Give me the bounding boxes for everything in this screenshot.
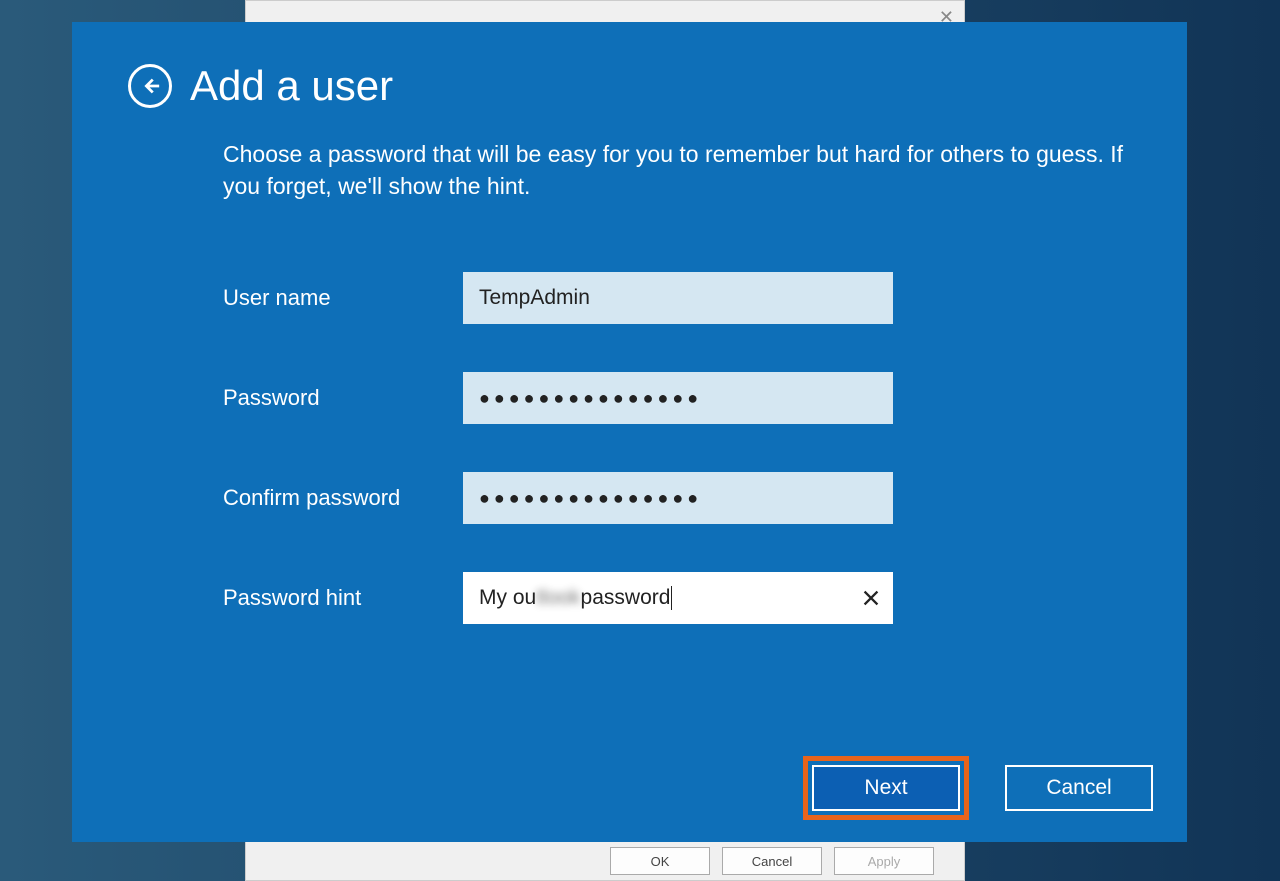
- back-apply-button: Apply: [834, 847, 934, 875]
- password-hint-row: Password hint My outlook password: [223, 572, 1131, 624]
- password-row: Password ●●●●●●●●●●●●●●●: [223, 372, 1131, 424]
- add-user-modal: Add a user Choose a password that will b…: [72, 22, 1187, 842]
- password-input[interactable]: ●●●●●●●●●●●●●●●: [463, 372, 893, 424]
- next-button[interactable]: Next: [812, 765, 960, 811]
- confirm-password-dots: ●●●●●●●●●●●●●●●: [479, 488, 702, 509]
- username-row: User name: [223, 272, 1131, 324]
- password-hint-label: Password hint: [223, 585, 463, 611]
- modal-title: Add a user: [190, 62, 393, 110]
- cancel-button[interactable]: Cancel: [1005, 765, 1153, 811]
- username-input[interactable]: [463, 272, 893, 324]
- back-ok-button: OK: [610, 847, 710, 875]
- modal-footer: Next Cancel: [803, 756, 1153, 820]
- back-cancel-button: Cancel: [722, 847, 822, 875]
- back-dialog-buttons: OK Cancel Apply: [246, 842, 964, 880]
- password-hint-input[interactable]: My outlook password: [463, 572, 849, 624]
- next-highlight: Next: [803, 756, 969, 820]
- username-label: User name: [223, 285, 463, 311]
- back-arrow-icon[interactable]: [128, 64, 172, 108]
- clear-hint-icon[interactable]: [849, 587, 893, 609]
- confirm-password-row: Confirm password ●●●●●●●●●●●●●●●: [223, 472, 1131, 524]
- modal-subtitle: Choose a password that will be easy for …: [223, 138, 1131, 202]
- password-hint-input-wrap[interactable]: My outlook password: [463, 572, 893, 624]
- confirm-password-input[interactable]: ●●●●●●●●●●●●●●●: [463, 472, 893, 524]
- password-dots: ●●●●●●●●●●●●●●●: [479, 388, 702, 409]
- confirm-password-label: Confirm password: [223, 485, 463, 511]
- password-label: Password: [223, 385, 463, 411]
- modal-header: Add a user: [128, 62, 1131, 110]
